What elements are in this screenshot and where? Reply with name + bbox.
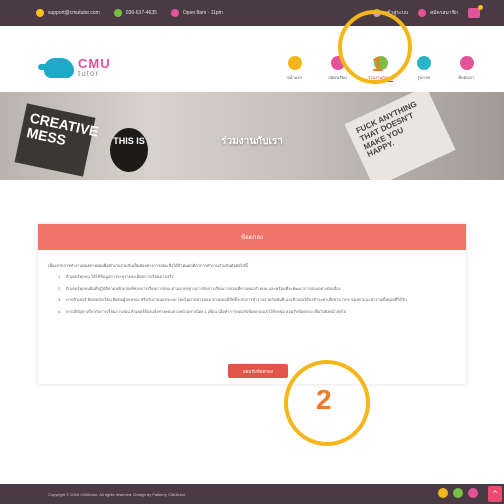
site-footer: Copyright © 2016 CMUtutor. All rights re… (0, 484, 504, 504)
page-title: ร่วมงานกับเรา (221, 136, 283, 147)
site-header: CMU tutor หน้าแรก สมัครเรียน ร่วมงานกับเ… (0, 26, 504, 92)
nav-contact[interactable]: ติดต่อเรา (447, 56, 486, 82)
accept-terms-button[interactable]: ยอมรับข้อตกลง (228, 364, 288, 378)
register-text: สมัครสมาชิก (430, 10, 458, 16)
list-item: 4. หากมีปัญหาเกี่ยวกับการเรียนการสอน ติวเ… (58, 308, 347, 314)
line-icon[interactable] (453, 488, 463, 498)
image-icon (416, 56, 431, 70)
annotation-number-2: 2 (316, 384, 332, 415)
annotation-number-1: 1 (372, 54, 384, 76)
opening-hours: Open 8am - 11pm (170, 9, 223, 17)
terms-card: ข้อตกลง เนื่องจากการทำงานของทางคอมคือทำง… (38, 224, 466, 384)
nav-gallery[interactable]: รูปภาพ (404, 56, 443, 82)
nav-label: รูปภาพ (417, 75, 430, 80)
list-item: 1. ติวเตอร์ทุกคน ให้ใช้ข้อมูลการระบุรายละ… (58, 274, 174, 279)
list-item: 3. หากติวเตอร์ ติดต่อนักเรียน ติดต่อผู้ปก… (58, 297, 407, 303)
register-link[interactable]: สมัครสมาชิก (418, 9, 458, 17)
email-text: support@cmututor.com (48, 10, 100, 16)
nav-label: สมัครเรียน (328, 75, 347, 80)
facebook-icon[interactable] (438, 488, 448, 498)
copyright-text: Copyright © 2016 CMUtutor. All rights re… (48, 491, 186, 497)
nav-label: ติดต่อเรา (458, 75, 475, 80)
logo-tutor-text: tutor (78, 69, 100, 78)
home-icon (287, 56, 302, 70)
phone-icon (459, 56, 474, 70)
clock-icon (170, 9, 179, 17)
phone-contact[interactable]: 036-637-4635 (113, 9, 157, 17)
email-contact[interactable]: support@cmututor.com (36, 9, 100, 17)
nav-home[interactable]: หน้าแรก (275, 56, 314, 82)
elephant-logo-icon (38, 57, 74, 78)
terms-intro: เนื่องจากการทำงานของทางคอมคือทำงานร่วมกั… (48, 263, 248, 268)
terms-title: ข้อตกลง (38, 224, 466, 250)
instagram-icon[interactable] (468, 488, 478, 498)
site-logo[interactable]: CMU tutor (38, 57, 111, 78)
phone-text: 036-637-4635 (125, 10, 157, 16)
nav-label: หน้าแรก (287, 75, 302, 80)
phone-icon (113, 9, 122, 17)
top-bar: support@cmututor.com 036-637-4635 Open 8… (0, 0, 504, 26)
social-links (433, 488, 478, 498)
hours-text: Open 8am - 11pm (182, 10, 223, 16)
language-flag-icon[interactable] (468, 5, 483, 18)
hero-banner: CREATIVE MESS THIS IS FUCK ANYTHING THAT… (0, 92, 504, 180)
mail-icon (36, 9, 44, 17)
register-icon (418, 9, 427, 17)
arrow-up-icon[interactable]: ^ (488, 486, 502, 502)
terms-list: 1. ติวเตอร์ทุกคน ให้ใช้ข้อมูลการระบุรายละ… (38, 269, 466, 315)
list-item: 2. ติวเตอร์ทุกคนยินดีปฏิบัติตามหลักเกณฑ์ข… (58, 285, 341, 291)
